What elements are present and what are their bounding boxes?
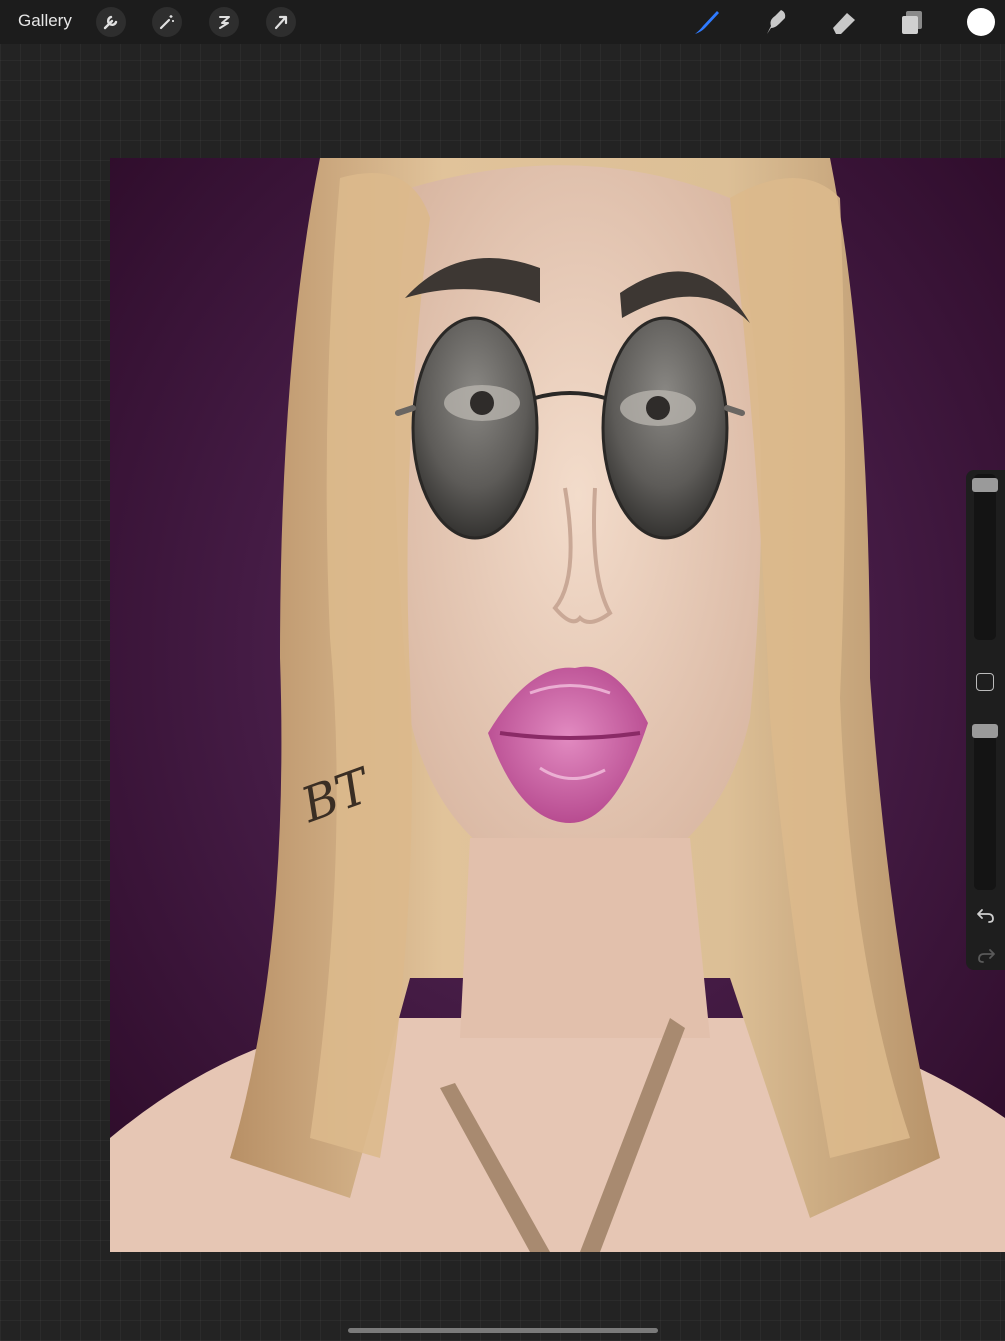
brush-size-slider[interactable] xyxy=(972,474,998,640)
redo-icon[interactable] xyxy=(975,944,997,966)
brush-icon[interactable] xyxy=(691,6,723,38)
top-toolbar: Gallery xyxy=(0,0,1005,44)
smudge-icon[interactable] xyxy=(759,6,791,38)
undo-icon[interactable] xyxy=(975,904,997,926)
color-picker-button[interactable] xyxy=(967,8,995,36)
layers-icon[interactable] xyxy=(897,6,929,38)
adjustments-magic-wand-icon[interactable] xyxy=(152,7,182,37)
drawing-canvas[interactable]: BT xyxy=(110,158,1005,1252)
actions-wrench-icon[interactable] xyxy=(96,7,126,37)
transform-arrow-icon[interactable] xyxy=(266,7,296,37)
opacity-slider[interactable] xyxy=(972,724,998,890)
brush-size-slider-thumb[interactable] xyxy=(972,478,998,492)
home-indicator[interactable] xyxy=(348,1328,658,1333)
artwork-image xyxy=(110,158,1005,1252)
opacity-slider-thumb[interactable] xyxy=(972,724,998,738)
selection-icon[interactable] xyxy=(209,7,239,37)
eraser-icon[interactable] xyxy=(828,6,860,38)
modify-square-icon[interactable] xyxy=(976,673,994,691)
brush-sidebar xyxy=(966,470,1005,970)
gallery-button[interactable]: Gallery xyxy=(18,11,72,31)
